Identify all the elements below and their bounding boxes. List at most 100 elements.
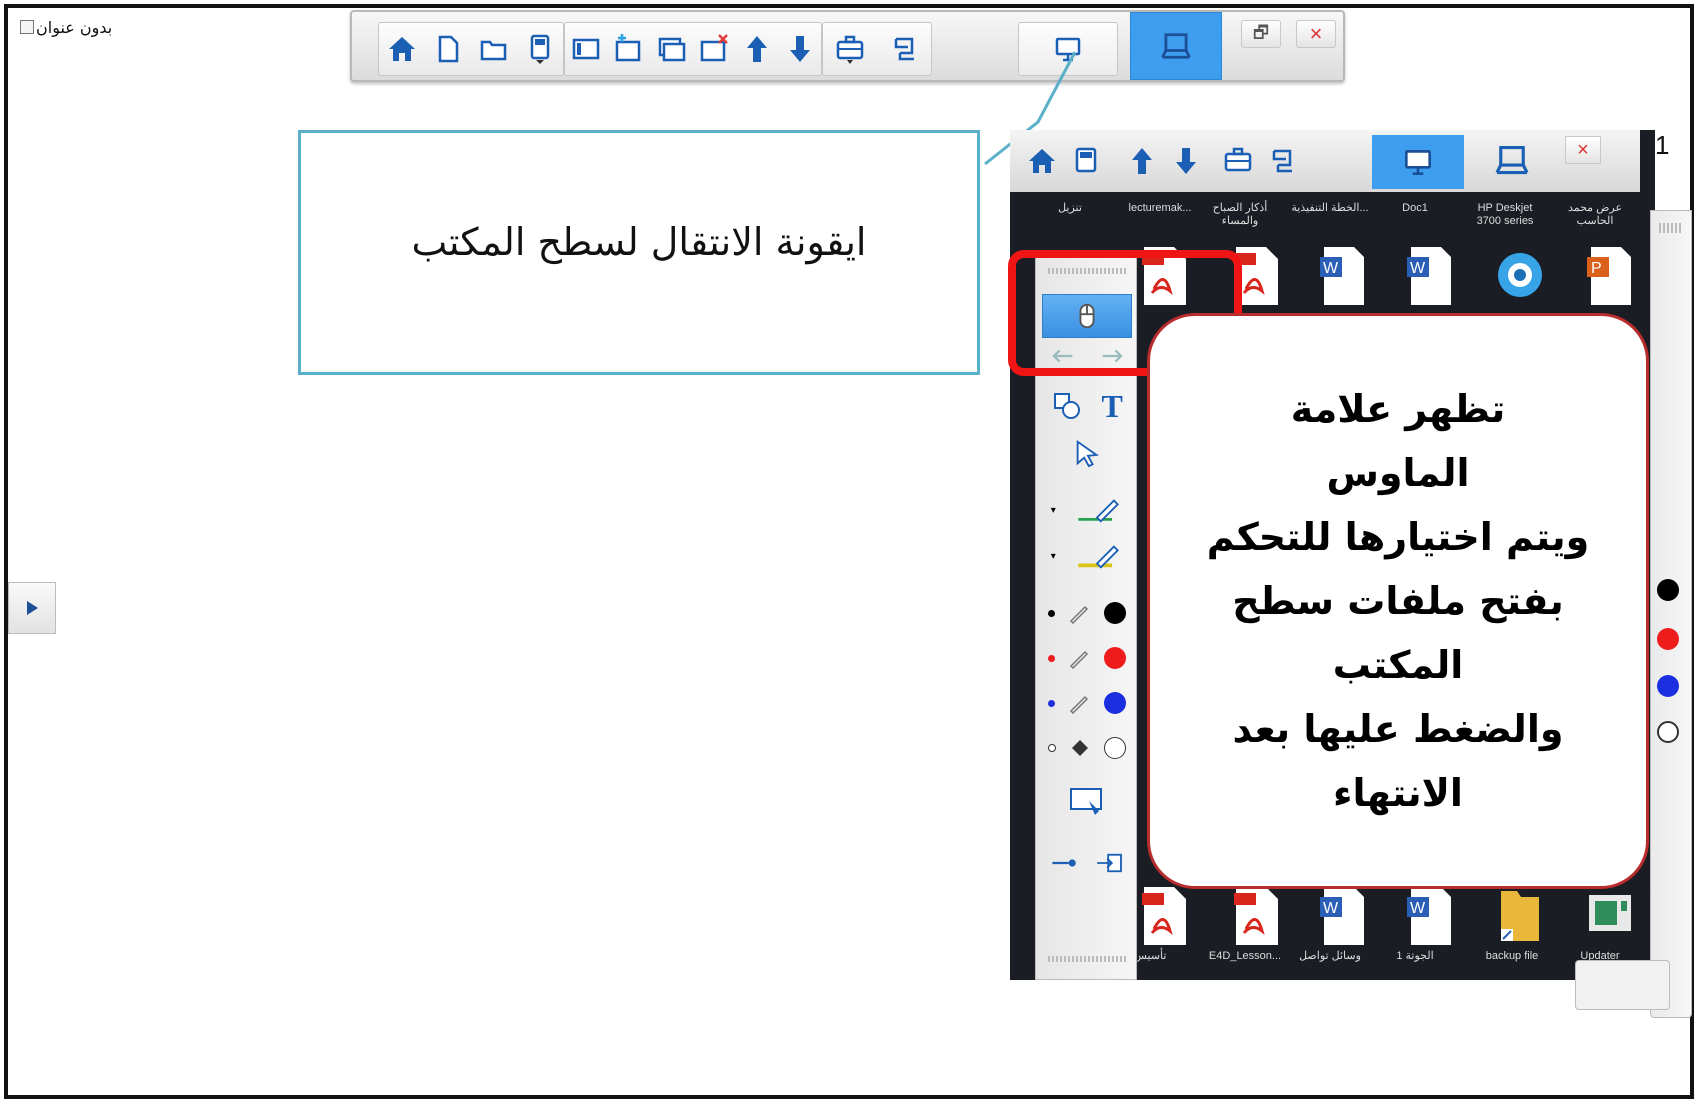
svg-text:W: W bbox=[1410, 900, 1426, 917]
bubble-line: الانتهاء bbox=[1333, 771, 1463, 815]
toolbar-group-pages bbox=[564, 22, 822, 76]
desktop-icon[interactable] bbox=[1050, 27, 1086, 71]
close-button[interactable]: × bbox=[1296, 20, 1336, 48]
updater-icon bbox=[1585, 885, 1635, 947]
pdf-file-icon bbox=[1232, 885, 1282, 947]
toolbar-group-tools bbox=[822, 22, 932, 76]
black-pen-row bbox=[1042, 591, 1132, 635]
word-file-icon: W bbox=[1318, 245, 1368, 307]
black-color-dot bbox=[1657, 579, 1679, 601]
shapes-icon[interactable] bbox=[1051, 390, 1083, 422]
new-page-icon[interactable] bbox=[430, 27, 466, 71]
mouse-instruction-bubble: تظهر علامة الماوس ويتم اختيارها للتحكم ب… bbox=[1147, 313, 1649, 889]
pencil-icon[interactable] bbox=[1067, 691, 1091, 715]
pencil-icon[interactable] bbox=[1067, 646, 1091, 670]
desktop-label: lecturemak... bbox=[1128, 202, 1192, 214]
highlighter-row: ▾ bbox=[1042, 534, 1132, 578]
desktop-label: HP Deskjet 3700 series bbox=[1476, 202, 1534, 227]
board-mode-button[interactable] bbox=[1130, 12, 1222, 80]
bubble-line: والضغط عليها بعد bbox=[1232, 707, 1564, 751]
document-title-text: بدون عنوان bbox=[36, 18, 113, 37]
blue-color-dot bbox=[1657, 675, 1679, 697]
eraser-icon[interactable] bbox=[1068, 736, 1092, 760]
inner-toolbar bbox=[1010, 130, 1640, 192]
desktop-label: الجوتة 1 bbox=[1396, 950, 1434, 962]
delete-page-icon[interactable] bbox=[696, 27, 732, 71]
return-icon[interactable] bbox=[886, 27, 922, 71]
document-icon bbox=[20, 20, 34, 34]
collapse-panel-icon[interactable] bbox=[1095, 852, 1125, 874]
toolbar-group-file bbox=[378, 22, 564, 76]
desktop-label: E4D_Lesson... bbox=[1208, 950, 1282, 962]
bubble-line: بفتح ملفات سطح bbox=[1232, 579, 1564, 623]
grip bbox=[1659, 223, 1683, 233]
select-row bbox=[1042, 431, 1132, 475]
small-blue-dot[interactable] bbox=[1048, 699, 1056, 707]
expand-panel-button[interactable] bbox=[8, 582, 56, 634]
document-title: بدون عنوان bbox=[20, 18, 112, 37]
dropdown-icon[interactable]: ▾ bbox=[1051, 505, 1056, 516]
add-page-icon[interactable] bbox=[611, 27, 647, 71]
small-red-dot[interactable] bbox=[1048, 654, 1056, 662]
eraser-row bbox=[1042, 726, 1132, 770]
inner-up-arrow-icon bbox=[1120, 139, 1164, 183]
folder-icon bbox=[1495, 885, 1545, 947]
desktop-icon-callout: ايقونة الانتقال لسطح المكتب bbox=[298, 130, 980, 375]
screen-capture-row bbox=[1042, 776, 1132, 826]
pencil-icon[interactable] bbox=[1067, 601, 1091, 625]
inner-close-button: × bbox=[1565, 136, 1601, 164]
grip bbox=[1048, 956, 1126, 962]
word-file-icon: W bbox=[1405, 885, 1455, 947]
callout-text: ايقونة الانتقال لسطح المكتب bbox=[411, 219, 867, 264]
text-tool-icon[interactable]: T bbox=[1101, 388, 1122, 425]
page-view-icon[interactable] bbox=[568, 27, 604, 71]
large-black-dot[interactable] bbox=[1103, 602, 1126, 624]
right-panel-footer bbox=[1575, 960, 1670, 1010]
desktop-label: تنزيل bbox=[1058, 202, 1082, 214]
pin-icon[interactable] bbox=[1050, 854, 1080, 872]
white-color-dot bbox=[1657, 721, 1679, 743]
panel-controls-row bbox=[1042, 841, 1132, 885]
highlighter-icon[interactable] bbox=[1073, 541, 1123, 571]
dropdown-icon[interactable]: ▾ bbox=[1051, 551, 1056, 562]
restore-button[interactable]: 🗗 bbox=[1241, 20, 1281, 48]
svg-text:W: W bbox=[1323, 260, 1339, 277]
home-icon[interactable] bbox=[384, 27, 420, 71]
up-arrow-icon[interactable] bbox=[739, 27, 775, 71]
right-tool-panel bbox=[1650, 210, 1692, 1018]
open-folder-icon[interactable] bbox=[476, 27, 512, 71]
small-eraser-dot[interactable] bbox=[1048, 744, 1056, 752]
main-toolbar: 🗗 × bbox=[350, 10, 1345, 82]
inner-board-mode-icon bbox=[1492, 140, 1532, 184]
bubble-line: ويتم اختيارها للتحكم bbox=[1206, 515, 1590, 559]
large-blue-dot[interactable] bbox=[1103, 692, 1126, 714]
inner-desktop-icon bbox=[1404, 150, 1432, 176]
large-eraser-dot[interactable] bbox=[1104, 737, 1126, 759]
red-pen-row bbox=[1042, 636, 1132, 680]
select-arrow-icon[interactable] bbox=[1072, 438, 1102, 468]
down-arrow-icon[interactable] bbox=[782, 27, 818, 71]
toolbox-icon[interactable] bbox=[832, 27, 868, 71]
inner-save-icon bbox=[1064, 139, 1108, 183]
red-color-dot bbox=[1657, 628, 1679, 650]
powerpoint-file-icon: P bbox=[1585, 245, 1635, 307]
desktop-label: عرض محمد الحاسب bbox=[1567, 202, 1623, 227]
word-file-icon: W bbox=[1405, 245, 1455, 307]
small-black-dot[interactable] bbox=[1048, 609, 1056, 617]
desktop-label: وسائل تواصل bbox=[1299, 950, 1361, 962]
pen-icon[interactable] bbox=[1073, 495, 1123, 525]
large-red-dot[interactable] bbox=[1103, 647, 1126, 669]
svg-text:P: P bbox=[1591, 260, 1602, 277]
inner-toolbox-icon bbox=[1216, 139, 1260, 183]
play-arrow-icon bbox=[27, 601, 38, 615]
pen-row: ▾ bbox=[1042, 488, 1132, 532]
desktop-label: backup file bbox=[1485, 950, 1539, 962]
duplicate-page-icon[interactable] bbox=[654, 27, 690, 71]
inner-return-icon bbox=[1260, 139, 1304, 183]
screen-capture-icon[interactable] bbox=[1067, 785, 1107, 817]
bubble-line: تظهر علامة bbox=[1290, 387, 1506, 431]
save-icon[interactable] bbox=[522, 27, 558, 71]
toolbar-group-desktop bbox=[1018, 22, 1118, 76]
desktop-label: الخطة التنفيذية... bbox=[1291, 202, 1369, 214]
bubble-line: الماوس bbox=[1326, 451, 1470, 495]
